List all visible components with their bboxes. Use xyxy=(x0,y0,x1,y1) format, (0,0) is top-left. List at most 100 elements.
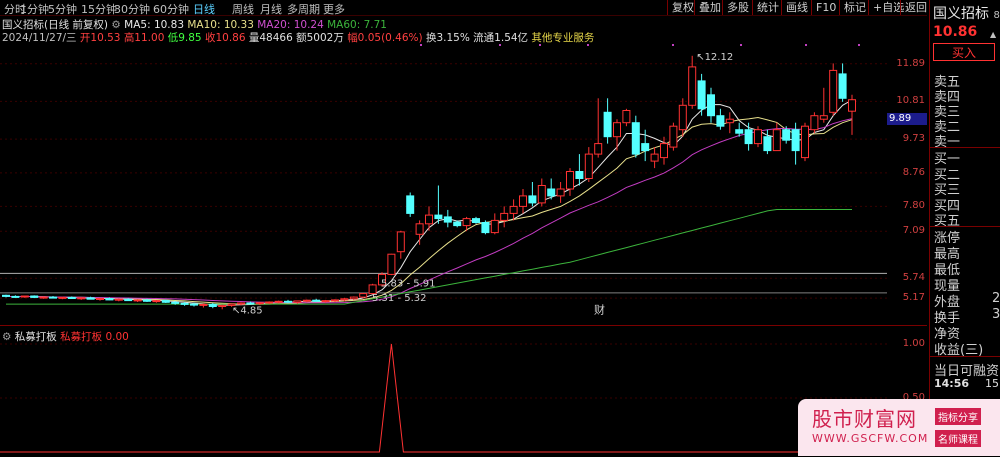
candle-body xyxy=(161,300,170,303)
candle-body xyxy=(556,188,565,197)
timeframe-tab-9[interactable]: 多周期 xyxy=(287,1,320,17)
candle-body xyxy=(462,218,471,227)
timeframe-tab-7[interactable]: 周线 xyxy=(232,1,254,17)
candle-body xyxy=(707,94,715,117)
candle-body xyxy=(481,222,490,234)
event-dot-1 xyxy=(499,44,501,46)
candle-body xyxy=(735,129,744,134)
timeframe-tab-6[interactable]: 日线 xyxy=(193,1,215,17)
candle-body xyxy=(566,171,574,190)
candle-body xyxy=(791,129,800,152)
candle-body xyxy=(641,143,650,152)
candle-body xyxy=(763,136,772,152)
candle-body xyxy=(199,303,208,306)
timeframe-tab-5[interactable]: 60分钟 xyxy=(153,1,189,17)
watermark-url: WWW.GSCFW.COM xyxy=(812,432,929,445)
candle-body xyxy=(387,253,396,275)
scroll-up-icon[interactable]: ▲ xyxy=(990,30,996,39)
candle-body xyxy=(30,295,39,298)
candle-body xyxy=(171,301,180,304)
toolbar-button-5[interactable]: F10 xyxy=(811,0,840,15)
candle-body xyxy=(321,300,330,303)
candle-body xyxy=(293,300,302,303)
candle-body xyxy=(237,302,245,305)
candle-body xyxy=(124,298,133,302)
timeframe-tab-2[interactable]: 5分钟 xyxy=(48,1,77,17)
candle-body xyxy=(509,205,518,214)
top-toolbar: 分时 1分钟 5分钟 15分钟 30分钟 60分钟 日线 周线 月线 多周期 更多 复权 叠加 多股 统计… xyxy=(0,0,927,16)
range2-annotation: 5.31 - 5.32 xyxy=(372,293,427,304)
event-dot-7 xyxy=(858,44,860,46)
candle-body xyxy=(782,129,791,141)
candle-body xyxy=(77,297,86,300)
price-axis-label-1: 10.81 xyxy=(896,95,925,107)
finance-event-marker: 财 xyxy=(594,302,605,316)
candle-body xyxy=(443,216,452,223)
candle-body xyxy=(11,295,20,298)
candle-body xyxy=(302,299,311,302)
candle-body xyxy=(425,214,433,225)
candle-body xyxy=(284,300,292,303)
candle-body xyxy=(218,304,227,307)
candle-body xyxy=(500,212,509,221)
panel-divider xyxy=(0,325,927,326)
candle-body xyxy=(246,302,255,305)
quote-scrollbar[interactable]: ▲ xyxy=(990,30,998,400)
candle-body xyxy=(39,296,48,299)
candle-body xyxy=(650,153,659,162)
candle-body xyxy=(669,125,678,148)
quote-price: 10.86 xyxy=(933,24,978,40)
timeframe-tab-8[interactable]: 月线 xyxy=(260,1,282,17)
candle-body xyxy=(255,302,264,305)
candle-body xyxy=(86,297,95,300)
candle-body xyxy=(716,115,725,127)
candle-body xyxy=(105,298,114,301)
candle-body xyxy=(453,221,462,227)
price-axis-label-0: 11.89 xyxy=(896,57,925,69)
price-axis-label-7: 5.17 xyxy=(902,292,925,304)
candle-body xyxy=(349,296,358,300)
buy-button[interactable]: 买入 xyxy=(933,43,995,61)
candle-body xyxy=(819,115,828,120)
candle-body xyxy=(67,296,76,299)
price-axis-label-6: 5.74 xyxy=(902,272,925,284)
candle-body xyxy=(96,298,104,300)
timeframe-tab-4[interactable]: 30分钟 xyxy=(114,1,150,17)
candle-body xyxy=(208,303,217,307)
candle-body xyxy=(49,296,57,299)
candle-body xyxy=(152,300,161,303)
toolbar-button-6[interactable]: 标记 xyxy=(839,0,870,15)
candle-body xyxy=(613,122,621,138)
toolbar-button-4[interactable]: 画线 xyxy=(781,0,812,15)
candle-body xyxy=(312,299,321,302)
candle-body xyxy=(838,73,847,99)
candle-body xyxy=(274,300,283,303)
kline-chart[interactable]: ↖12.12 5.83 - 5.91 5.31 - 5.32 ↖4.85 财 xyxy=(0,42,887,324)
candle-body xyxy=(472,218,480,224)
timeframe-tab-1[interactable]: 1分钟 xyxy=(20,1,49,17)
toolbar-button-2[interactable]: 多股 xyxy=(722,0,753,15)
candle-body xyxy=(584,153,593,179)
indicator-axis-label-0: 1.00 xyxy=(902,338,925,349)
indicator-chart[interactable] xyxy=(0,340,887,454)
tick-time: 14:56 xyxy=(934,377,970,390)
price-axis: 11.89 10.81 9.73 8.76 7.80 7.09 5.74 5.17 xyxy=(887,42,927,324)
current-price-marker: 9.89 xyxy=(887,113,927,125)
event-dot-5 xyxy=(740,44,742,46)
price-axis-label-2: 9.73 xyxy=(902,133,925,145)
candle-body xyxy=(340,298,349,301)
toolbar-button-1[interactable]: 叠加 xyxy=(694,0,725,15)
timeframe-tab-3[interactable]: 15分钟 xyxy=(81,1,117,17)
candle-body xyxy=(2,294,10,297)
candle-body xyxy=(631,122,640,155)
toolbar-button-8[interactable]: 返回 xyxy=(900,0,931,15)
watermark-logo: 股市财富网 WWW.GSCFW.COM 指标分享 名师课程 xyxy=(798,399,1000,456)
candle-body xyxy=(434,214,443,220)
toolbar-button-3[interactable]: 统计 xyxy=(752,0,783,15)
candle-body xyxy=(575,171,584,179)
candle-body xyxy=(359,293,368,298)
candle-body xyxy=(133,299,142,302)
event-dot-2 xyxy=(539,44,541,46)
range1-annotation: 5.83 - 5.91 xyxy=(381,278,436,289)
timeframe-tab-10[interactable]: 更多 xyxy=(323,1,345,17)
